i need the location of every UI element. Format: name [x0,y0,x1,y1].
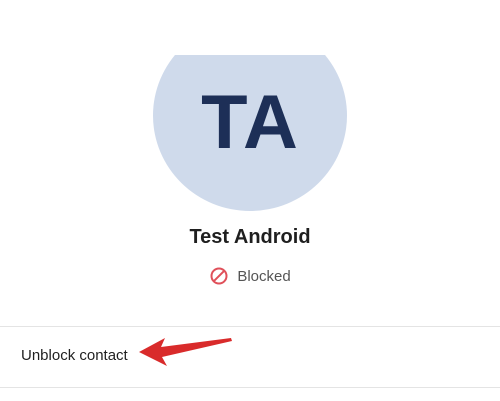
unblock-contact-button[interactable]: Unblock contact [0,327,500,387]
divider-bottom [0,387,500,388]
contact-details-screen: TA Test Android Blocked Unblock contact [0,0,500,401]
unblock-contact-label: Unblock contact [21,347,128,364]
status-badge: Blocked [0,266,500,286]
avatar-initials: TA [201,80,299,165]
status-label: Blocked [237,267,291,285]
avatar-top-mask [0,0,500,55]
blocked-icon [210,267,228,285]
contact-name: Test Android [189,226,311,248]
red-arrow-icon [139,338,232,366]
